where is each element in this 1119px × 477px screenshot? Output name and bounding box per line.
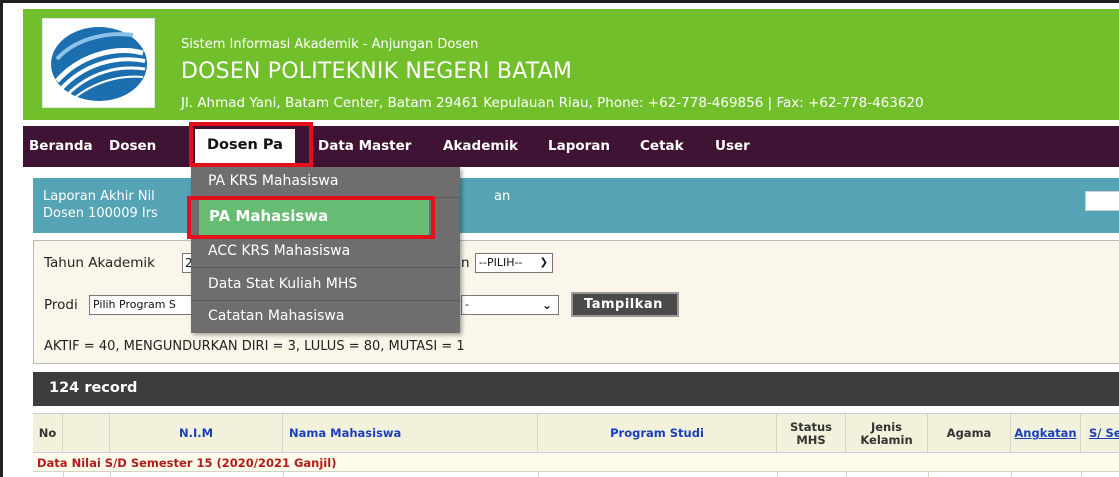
info-search-input[interactable] <box>1085 191 1119 211</box>
nav-item-laporan[interactable]: Laporan <box>548 138 610 154</box>
table-divider <box>846 472 847 477</box>
pilih-select-value: --PILIH-- <box>479 256 523 269</box>
status-summary: AKTIF = 40, MENGUNDURKAN DIRI = 3, LULUS… <box>44 339 465 354</box>
nav-item-dosen[interactable]: Dosen <box>109 138 156 154</box>
nav-item-akademik[interactable]: Akademik <box>443 138 518 154</box>
table-divider <box>1011 472 1012 477</box>
report-dosen: Dosen 100009 Irs <box>43 206 158 221</box>
chevron-down-icon: ❯ <box>539 257 548 268</box>
group-row: Data Nilai S/D Semester 15 (2020/2021 Ga… <box>33 454 1119 472</box>
table-header: No N.I.M Nama Mahasiswa Program Studi St… <box>33 413 1119 453</box>
prodi-label: Prodi <box>44 297 78 313</box>
col-header-agama: Agama <box>928 414 1011 453</box>
col-header-no: No <box>33 414 63 453</box>
prodi-select-tail-value: - <box>465 298 469 311</box>
table-divider <box>928 472 929 477</box>
col-header-prodi: Program Studi <box>538 414 777 453</box>
polibatam-logo <box>42 18 155 108</box>
col-header-angkatan[interactable]: Angkatan <box>1011 414 1081 453</box>
table-divider <box>777 472 778 477</box>
chevron-down-icon: ⌄ <box>541 298 552 312</box>
header-address: Jl. Ahmad Yani, Batam Center, Batam 2946… <box>181 95 924 111</box>
table-divider <box>283 472 284 477</box>
site-header: Sistem Informasi Akademik - Anjungan Dos… <box>23 9 1119 120</box>
col-header-status: Status MHS <box>777 414 846 453</box>
pilih-label: n <box>461 255 470 271</box>
table-divider <box>63 472 64 477</box>
col-header-jenis-kelamin: Jenis Kelamin <box>846 414 928 453</box>
table-divider <box>1081 472 1082 477</box>
record-count: 124 record <box>49 380 138 396</box>
pilih-select[interactable]: --PILIH-- ❯ <box>475 253 553 273</box>
header-subtitle: Sistem Informasi Akademik - Anjungan Dos… <box>181 37 479 52</box>
col-header-nim: N.I.M <box>110 414 283 453</box>
header-title: DOSEN POLITEKNIK NEGERI BATAM <box>181 59 573 84</box>
tampilkan-button[interactable]: Tampilkan <box>571 292 679 317</box>
nav-item-dosen-pa[interactable]: Dosen Pa <box>195 129 295 165</box>
window-frame: Sistem Informasi Akademik - Anjungan Dos… <box>0 0 1119 477</box>
nav-item-user[interactable]: User <box>715 138 750 154</box>
col-header-semester[interactable]: S/ Se <box>1081 414 1119 453</box>
table-divider <box>110 472 111 477</box>
report-title: Laporan Akhir Nil <box>43 189 155 204</box>
menu-item-pa-mahasiswa[interactable]: PA Mahasiswa <box>199 200 429 236</box>
menu-item-data-stat-kuliah[interactable]: Data Stat Kuliah MHS <box>191 270 460 301</box>
report-title-suffix: an <box>494 189 511 204</box>
nav-item-cetak[interactable]: Cetak <box>640 138 684 154</box>
prodi-select-tail[interactable]: - ⌄ <box>461 295 559 315</box>
record-count-bar: 124 record <box>33 372 1119 406</box>
menu-item-pa-krs-mahasiswa[interactable]: PA KRS Mahasiswa <box>191 167 460 198</box>
main-nav: Beranda Dosen Dosen Pa Data Master Akade… <box>23 126 1119 167</box>
group-row-label: Data Nilai S/D Semester 15 (2020/2021 Ga… <box>37 456 337 470</box>
menu-item-acc-krs-mahasiswa[interactable]: ACC KRS Mahasiswa <box>191 237 460 268</box>
col-header-nama: Nama Mahasiswa <box>283 414 538 453</box>
menu-item-catatan-mahasiswa[interactable]: Catatan Mahasiswa <box>191 302 460 333</box>
nav-item-data-master[interactable]: Data Master <box>318 138 411 154</box>
nav-item-beranda[interactable]: Beranda <box>29 138 93 154</box>
col-header-blank <box>63 414 110 453</box>
dosen-pa-dropdown: PA KRS Mahasiswa PA Mahasiswa ACC KRS Ma… <box>191 167 460 333</box>
prodi-select[interactable]: Pilih Program S <box>89 295 193 315</box>
tahun-akademik-label: Tahun Akademik <box>44 255 155 271</box>
table-divider <box>538 472 539 477</box>
table-row <box>33 472 1119 477</box>
